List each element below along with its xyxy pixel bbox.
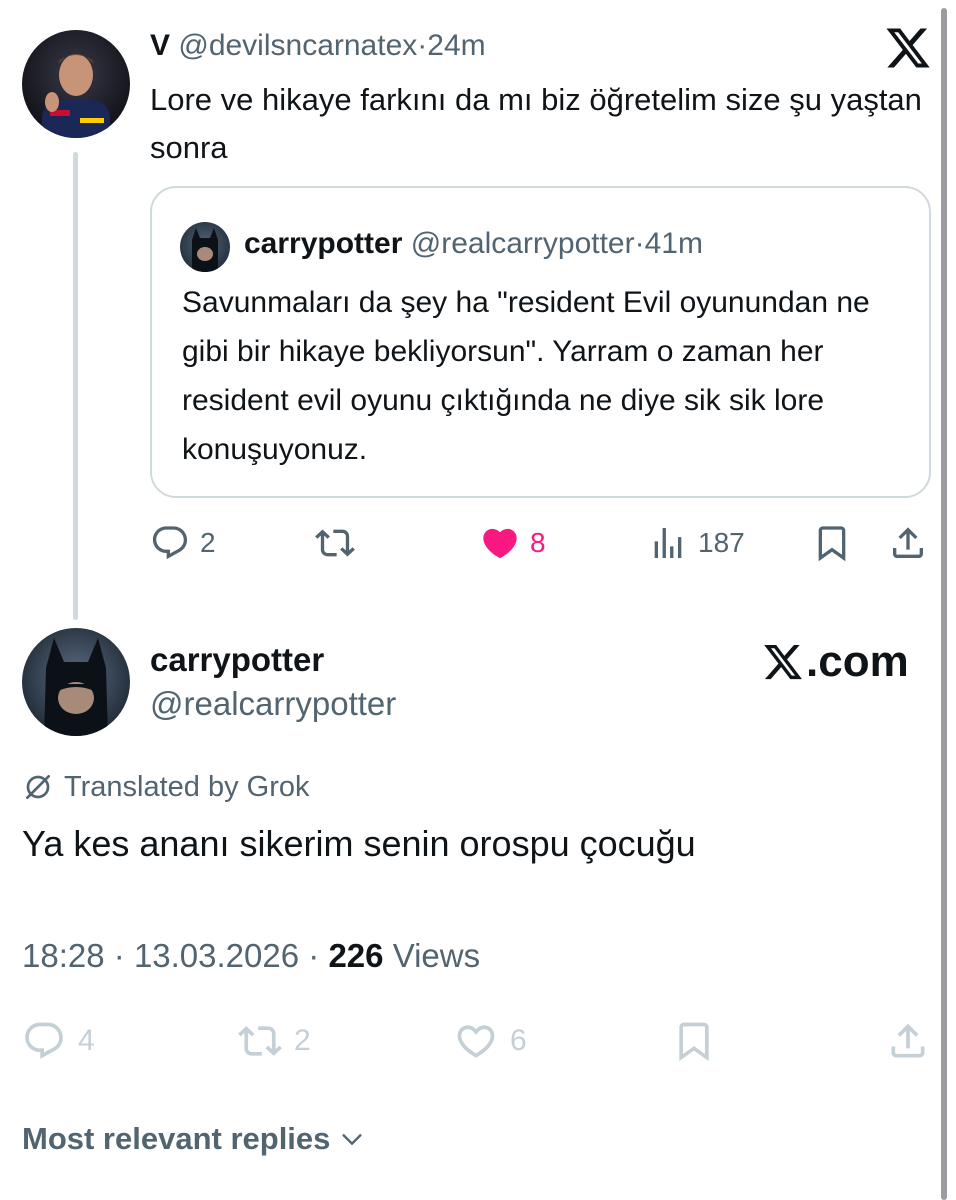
chevron-down-icon	[342, 1133, 363, 1146]
main-bookmark-button[interactable]	[672, 1018, 716, 1064]
main-reply-count: 4	[78, 1024, 95, 1057]
timestamp[interactable]: 24m	[427, 29, 485, 62]
avatar-realcarrypotter[interactable]	[22, 628, 130, 736]
tweet-meta: 18:28 · 13.03.2026 · 226 Views	[22, 934, 480, 978]
share-icon	[891, 1023, 925, 1058]
avatar-realcarrypotter-small[interactable]	[180, 222, 230, 272]
views-button[interactable]: 187	[648, 521, 745, 565]
repost-icon	[238, 1026, 282, 1056]
main-repost-button[interactable]: 2	[238, 1018, 311, 1064]
tweet-time[interactable]: 18:28	[22, 937, 105, 974]
separator-dot: ·	[308, 937, 320, 974]
quoted-tweet-header: carrypotter @realcarrypotter·41m	[244, 224, 703, 264]
reply-icon	[152, 526, 188, 560]
reply-button[interactable]: 2	[150, 521, 216, 565]
views-count: 187	[698, 527, 745, 558]
grok-translate-icon	[26, 775, 50, 799]
thread-connector-line	[73, 152, 78, 620]
views-label: Views	[392, 937, 481, 974]
main-reply-button[interactable]: 4	[22, 1018, 95, 1064]
tweet-header: V @devilsncarnatex·24m	[150, 26, 486, 66]
xcom-watermark: .com	[760, 638, 909, 686]
handle[interactable]: @devilsncarnatex	[178, 29, 417, 62]
like-count: 8	[530, 527, 546, 558]
quoted-handle: @realcarrypotter	[410, 227, 635, 260]
like-button[interactable]: 8	[480, 521, 546, 565]
bookmark-button[interactable]	[812, 521, 852, 565]
share-button[interactable]	[888, 521, 928, 565]
repost-icon	[315, 529, 355, 557]
quoted-display-name: carrypotter	[244, 227, 403, 260]
separator-dot: ·	[634, 227, 645, 260]
main-display-name[interactable]: carrypotter	[150, 640, 324, 680]
separator-dot: ·	[417, 29, 428, 62]
main-like-count: 6	[510, 1024, 527, 1057]
translated-label: Translated by Grok	[64, 771, 310, 803]
bookmark-icon	[818, 526, 846, 562]
reply-count: 2	[200, 527, 216, 558]
tweet-date[interactable]: 13.03.2026	[134, 937, 299, 974]
avatar-devilsncarnatex[interactable]	[22, 30, 130, 138]
repost-button[interactable]	[315, 521, 355, 565]
separator-dot: ·	[113, 937, 125, 974]
main-repost-count: 2	[294, 1024, 311, 1057]
display-name[interactable]: V	[150, 29, 170, 62]
x-logo-icon	[764, 644, 802, 680]
translated-by-grok[interactable]: Translated by Grok	[22, 768, 310, 806]
main-handle[interactable]: @realcarrypotter	[150, 684, 396, 724]
watermark-text: .com	[806, 637, 909, 686]
reply-icon	[25, 1022, 63, 1059]
scrollbar[interactable]	[941, 8, 947, 1200]
main-share-button[interactable]	[886, 1018, 930, 1064]
replies-sort-dropdown[interactable]: Most relevant replies	[22, 1118, 366, 1160]
quoted-tweet-text: Savunmaları da şey ha "resident Evil oyu…	[182, 286, 870, 466]
x-logo-icon	[886, 28, 930, 68]
share-icon	[893, 527, 923, 558]
bookmark-icon	[679, 1022, 709, 1062]
views-number: 226	[328, 937, 384, 974]
main-like-button[interactable]: 6	[454, 1018, 527, 1064]
replies-sort-label: Most relevant replies	[22, 1121, 331, 1156]
quoted-timestamp: 41m	[644, 227, 703, 260]
main-tweet-text: Ya kes ananı sikerim senin orospu çocuğu	[22, 823, 696, 864]
views-icon	[654, 528, 682, 558]
tweet-text: Lore ve hikaye farkını da mı biz öğretel…	[150, 82, 922, 165]
heart-icon	[457, 1025, 495, 1058]
heart-icon	[483, 528, 517, 559]
